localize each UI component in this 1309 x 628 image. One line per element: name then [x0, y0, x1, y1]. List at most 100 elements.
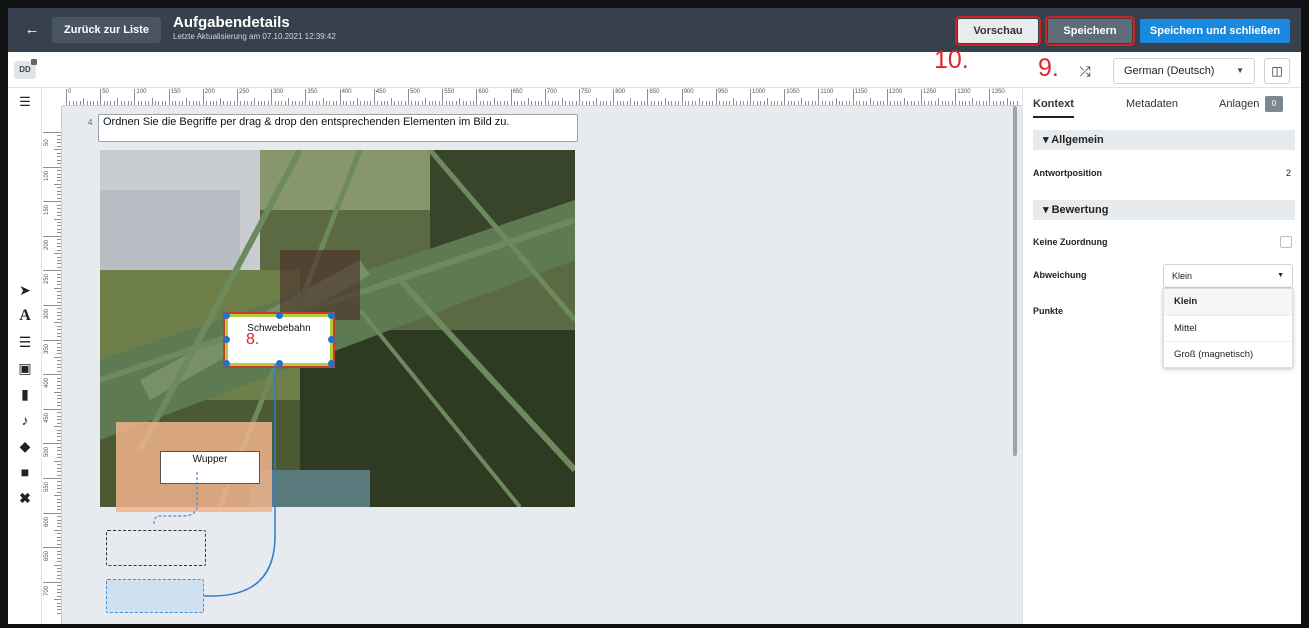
- ruler-tick: [582, 101, 584, 105]
- ruler-tick: [373, 89, 375, 105]
- image-icon[interactable]: ▣: [8, 358, 42, 378]
- outline-list-icon[interactable]: ☰: [8, 92, 42, 112]
- tag-icon[interactable]: ◆: [8, 436, 42, 456]
- delete-icon[interactable]: ✖: [8, 488, 42, 508]
- abweichung-select[interactable]: Klein ▼: [1163, 264, 1293, 288]
- ruler-tick: [777, 101, 779, 105]
- ruler-tick: [305, 89, 307, 105]
- ruler-tick: [54, 253, 61, 255]
- drop-zone[interactable]: [106, 530, 206, 566]
- ruler-tick: [951, 101, 953, 105]
- resize-handle[interactable]: [223, 312, 230, 319]
- ruler-label: 400: [44, 378, 50, 389]
- ruler-tick: [93, 101, 95, 105]
- option-gross[interactable]: Groß (magnetisch): [1164, 341, 1292, 367]
- ruler-tick: [955, 89, 957, 105]
- shuffle-icon[interactable]: ⤮: [1072, 59, 1098, 83]
- back-to-list-button[interactable]: Zurück zur Liste: [52, 17, 161, 43]
- resize-handle[interactable]: [223, 336, 230, 343]
- preview-button[interactable]: Vorschau: [955, 16, 1041, 46]
- ruler-tick: [719, 101, 721, 105]
- ruler-tick: [54, 322, 61, 324]
- checklist-icon[interactable]: ☰: [8, 332, 42, 352]
- drop-zone-selected[interactable]: [106, 579, 204, 613]
- ruler-tick: [349, 101, 351, 105]
- ruler-label: 1150: [854, 89, 868, 95]
- option-klein[interactable]: Klein: [1164, 289, 1292, 315]
- ruler-tick: [301, 101, 303, 105]
- ruler-tick: [57, 422, 61, 424]
- ruler-tick: [353, 101, 355, 105]
- ruler-tick: [801, 98, 803, 105]
- hotspot-area-wupper[interactable]: Wupper: [116, 422, 272, 512]
- resize-handle[interactable]: [276, 360, 283, 367]
- ruler-tick: [226, 101, 228, 105]
- ruler-tick: [387, 101, 389, 105]
- ruler-tick: [43, 201, 61, 203]
- ruler-tick: [483, 101, 485, 105]
- cursor-icon[interactable]: ➤: [8, 280, 42, 300]
- audio-icon[interactable]: ♪: [8, 410, 42, 430]
- language-select[interactable]: German (Deutsch) ▼: [1113, 58, 1255, 84]
- resize-handle[interactable]: [328, 360, 335, 367]
- ruler-tick: [548, 101, 550, 105]
- resize-handle[interactable]: [223, 360, 230, 367]
- video-icon[interactable]: ▮: [8, 384, 42, 404]
- ruler-tick: [288, 98, 290, 105]
- resize-handle[interactable]: [276, 312, 283, 319]
- comment-icon[interactable]: ■: [8, 462, 42, 482]
- ruler-tick: [859, 101, 861, 105]
- ruler-tick: [493, 98, 495, 105]
- ruler-tick: [57, 325, 61, 327]
- ruler-tick: [57, 592, 61, 594]
- ruler-tick: [158, 101, 160, 105]
- ruler-tick: [996, 101, 998, 105]
- keine-zuordnung-checkbox[interactable]: [1280, 236, 1292, 248]
- ruler-tick: [343, 101, 345, 105]
- section-bewertung[interactable]: ▾ Bewertung: [1033, 200, 1295, 220]
- resize-handle[interactable]: [328, 312, 335, 319]
- ruler-tick: [825, 101, 827, 105]
- ruler-tick: [722, 101, 724, 105]
- ruler-tick: [57, 280, 61, 282]
- question-text-field[interactable]: Ordnen Sie die Begriffe per drag & drop …: [98, 114, 578, 142]
- target-label-schwebebahn[interactable]: Schwebebahn 8.: [223, 312, 335, 368]
- ruler-label: 300: [273, 89, 284, 95]
- save-and-close-button[interactable]: Speichern und schließen: [1140, 19, 1290, 43]
- ruler-tick: [842, 101, 844, 105]
- editor-canvas[interactable]: 4 Ordnen Sie die Begriffe per drag & dro…: [62, 106, 1022, 624]
- ruler-label: 1000: [752, 89, 766, 95]
- ruler-label: 350: [307, 89, 318, 95]
- ruler-tick: [57, 277, 61, 279]
- panel-layout-icon[interactable]: ◫: [1264, 58, 1290, 84]
- canvas-scrollbar[interactable]: [1013, 106, 1017, 456]
- ruler-tick: [869, 98, 871, 105]
- tab-anlagen[interactable]: Anlagen: [1219, 90, 1259, 118]
- ruler-label: 1100: [820, 89, 834, 95]
- ruler-tick: [165, 101, 167, 105]
- target-label-wupper[interactable]: Wupper: [160, 451, 260, 484]
- ruler-tick: [490, 101, 492, 105]
- ruler-tick: [418, 101, 420, 105]
- save-button[interactable]: Speichern: [1045, 16, 1135, 46]
- ruler-tick: [462, 101, 464, 105]
- ruler-tick: [57, 429, 61, 431]
- ruler-tick: [233, 101, 235, 105]
- ruler-tick: [57, 578, 61, 580]
- tab-metadaten[interactable]: Metadaten: [1126, 90, 1178, 118]
- option-mittel[interactable]: Mittel: [1164, 315, 1292, 341]
- back-arrow-icon[interactable]: ←: [20, 18, 44, 42]
- ruler-tick: [739, 101, 741, 105]
- ruler-tick: [189, 101, 191, 105]
- ruler-tick: [54, 149, 61, 151]
- ruler-tick: [57, 457, 61, 459]
- tab-kontext[interactable]: Kontext: [1033, 90, 1074, 118]
- ruler-tick: [787, 101, 789, 105]
- text-icon[interactable]: A: [8, 306, 42, 326]
- ruler-tick: [57, 398, 61, 400]
- resize-handle[interactable]: [328, 336, 335, 343]
- ruler-tick: [54, 495, 61, 497]
- section-allgemein[interactable]: ▾ Allgemein: [1033, 130, 1295, 150]
- ruler-tick: [57, 291, 61, 293]
- ruler-tick: [57, 446, 61, 448]
